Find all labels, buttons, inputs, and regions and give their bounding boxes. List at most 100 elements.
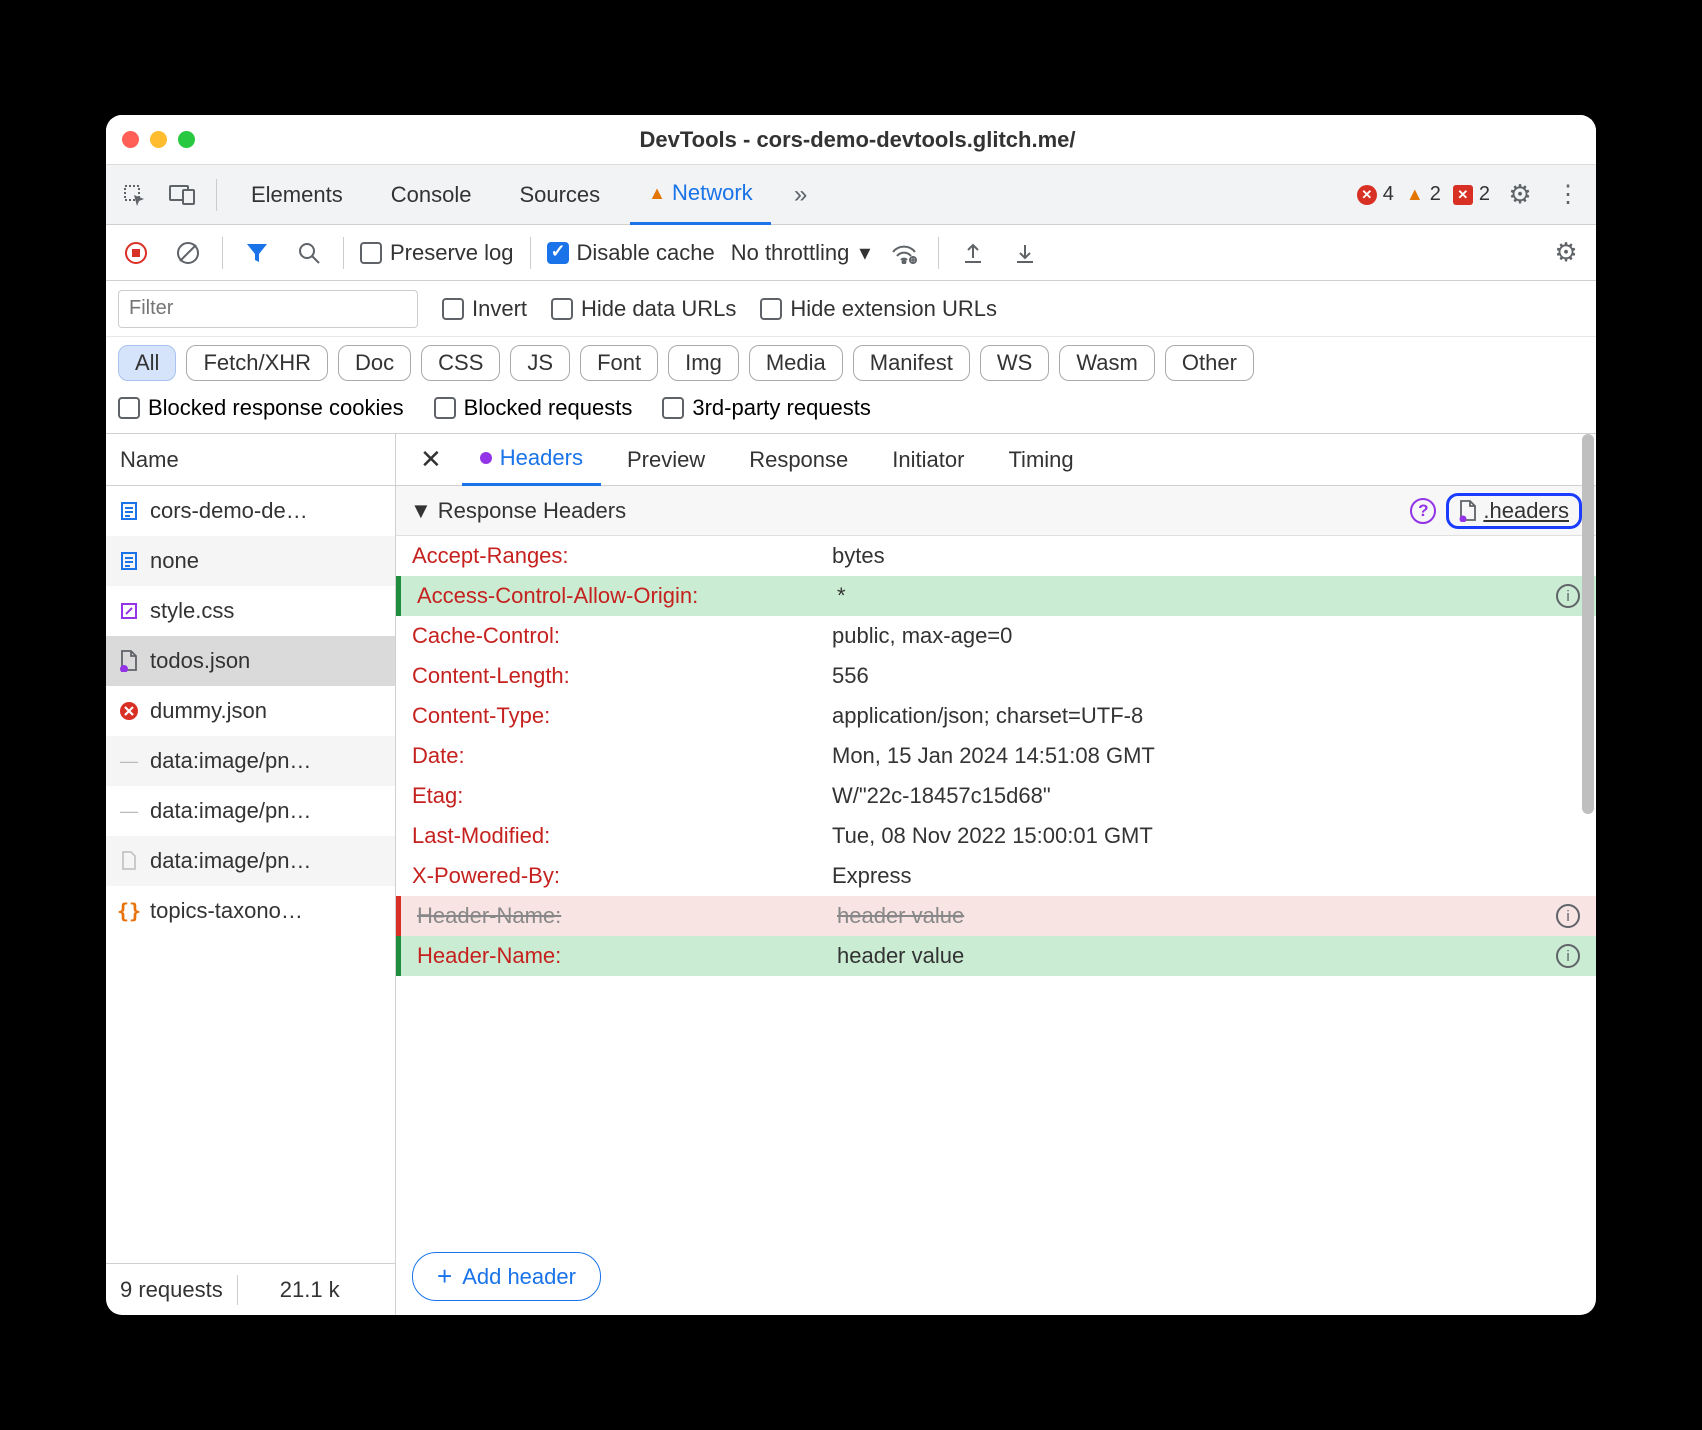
tab-elements[interactable]: Elements bbox=[233, 165, 361, 225]
download-icon[interactable] bbox=[1007, 235, 1043, 271]
blocked-cookies-checkbox[interactable]: Blocked response cookies bbox=[118, 395, 404, 421]
content-split: Name cors-demo-de…none style.css todos.jso… bbox=[106, 434, 1596, 1315]
network-toolbar: Preserve log Disable cache No throttling… bbox=[106, 225, 1596, 281]
request-name: data:image/pn… bbox=[150, 798, 311, 824]
throttling-select[interactable]: No throttling ▾ bbox=[731, 240, 871, 266]
header-name: Access-Control-Allow-Origin: bbox=[417, 583, 837, 609]
error-icon: ✕ bbox=[1357, 185, 1377, 205]
checkbox-icon bbox=[434, 397, 456, 419]
request-row[interactable]: none bbox=[106, 536, 395, 586]
info-icon[interactable]: i bbox=[1556, 584, 1580, 608]
file-icon bbox=[118, 850, 140, 872]
search-icon[interactable] bbox=[291, 235, 327, 271]
doc-icon bbox=[118, 500, 140, 522]
tab-initiator[interactable]: Initiator bbox=[874, 434, 982, 486]
warning-icon: ▲ bbox=[1406, 184, 1424, 205]
request-row[interactable]: —data:image/pn… bbox=[106, 736, 395, 786]
checkbox-icon bbox=[360, 242, 382, 264]
kebab-menu-icon[interactable]: ⋮ bbox=[1550, 177, 1586, 213]
request-row[interactable]: dummy.json bbox=[106, 686, 395, 736]
request-name: topics-taxono… bbox=[150, 898, 303, 924]
warning-badge[interactable]: ▲ 2 bbox=[1406, 183, 1441, 206]
network-conditions-icon[interactable] bbox=[886, 235, 922, 271]
info-icon[interactable]: i bbox=[1556, 904, 1580, 928]
inspect-icon[interactable] bbox=[116, 177, 152, 213]
filter-chip-media[interactable]: Media bbox=[749, 345, 843, 381]
request-name: style.css bbox=[150, 598, 234, 624]
headers-override-file-link[interactable]: .headers bbox=[1446, 493, 1582, 529]
filter-chip-css[interactable]: CSS bbox=[421, 345, 500, 381]
hide-data-urls-checkbox[interactable]: Hide data URLs bbox=[551, 296, 736, 322]
request-count: 9 requests bbox=[106, 1277, 237, 1303]
device-toolbar-icon[interactable] bbox=[164, 177, 200, 213]
disclosure-triangle-icon: ▼ bbox=[410, 498, 432, 524]
tab-network[interactable]: ▲ Network bbox=[630, 165, 771, 225]
request-row[interactable]: style.css bbox=[106, 586, 395, 636]
more-tabs-icon[interactable]: » bbox=[783, 177, 819, 213]
dash-icon: — bbox=[118, 800, 140, 822]
filter-chip-wasm[interactable]: Wasm bbox=[1059, 345, 1155, 381]
zoom-window-button[interactable] bbox=[178, 131, 195, 148]
header-value: header value bbox=[837, 943, 1556, 969]
header-name: Content-Type: bbox=[412, 703, 832, 729]
filter-chip-doc[interactable]: Doc bbox=[338, 345, 411, 381]
detail-tabs: ✕ Headers Preview Response Initiator Tim… bbox=[396, 434, 1596, 486]
request-detail-panel: ✕ Headers Preview Response Initiator Tim… bbox=[396, 434, 1596, 1315]
close-detail-icon[interactable]: ✕ bbox=[408, 444, 454, 475]
divider bbox=[530, 237, 531, 269]
checkbox-icon bbox=[442, 298, 464, 320]
hide-extension-urls-checkbox[interactable]: Hide extension URLs bbox=[760, 296, 997, 322]
record-icon[interactable] bbox=[118, 235, 154, 271]
header-row: Last-Modified:Tue, 08 Nov 2022 15:00:01 … bbox=[396, 816, 1596, 856]
preserve-log-checkbox[interactable]: Preserve log bbox=[360, 240, 514, 266]
name-column-header[interactable]: Name bbox=[106, 434, 395, 486]
filter-chip-font[interactable]: Font bbox=[580, 345, 658, 381]
tab-response[interactable]: Response bbox=[731, 434, 866, 486]
settings-icon[interactable]: ⚙ bbox=[1502, 177, 1538, 213]
tab-headers[interactable]: Headers bbox=[462, 434, 601, 486]
clear-icon[interactable] bbox=[170, 235, 206, 271]
panel-settings-icon[interactable]: ⚙ bbox=[1548, 235, 1584, 271]
filter-chip-ws[interactable]: WS bbox=[980, 345, 1049, 381]
tab-preview[interactable]: Preview bbox=[609, 434, 723, 486]
filter-icon[interactable] bbox=[239, 235, 275, 271]
add-header-button[interactable]: + Add header bbox=[412, 1252, 601, 1301]
third-party-checkbox[interactable]: 3rd-party requests bbox=[662, 395, 871, 421]
disable-cache-checkbox[interactable]: Disable cache bbox=[547, 240, 715, 266]
filter-input[interactable] bbox=[118, 290, 418, 328]
filter-chip-img[interactable]: Img bbox=[668, 345, 739, 381]
filter-chip-all[interactable]: All bbox=[118, 345, 176, 381]
header-row: X-Powered-By:Express bbox=[396, 856, 1596, 896]
issues-badge[interactable]: ✕ 2 bbox=[1453, 183, 1490, 206]
request-row[interactable]: — data:image/pn… bbox=[106, 786, 395, 836]
response-headers-section[interactable]: ▼ Response Headers ? .headers bbox=[396, 486, 1596, 536]
braces-icon: {} bbox=[118, 900, 140, 922]
blocked-requests-checkbox[interactable]: Blocked requests bbox=[434, 395, 633, 421]
header-row: Accept-Ranges:bytes bbox=[396, 536, 1596, 576]
filter-chip-js[interactable]: JS bbox=[510, 345, 570, 381]
header-value: Express bbox=[832, 863, 1580, 889]
upload-icon[interactable] bbox=[955, 235, 991, 271]
filter-chip-manifest[interactable]: Manifest bbox=[853, 345, 970, 381]
minimize-window-button[interactable] bbox=[150, 131, 167, 148]
divider bbox=[237, 1275, 266, 1305]
header-value: header value bbox=[837, 903, 1556, 929]
filter-chip-other[interactable]: Other bbox=[1165, 345, 1254, 381]
help-icon[interactable]: ? bbox=[1410, 498, 1436, 524]
tab-timing[interactable]: Timing bbox=[990, 434, 1091, 486]
error-badge[interactable]: ✕ 4 bbox=[1357, 183, 1394, 206]
divider bbox=[343, 237, 344, 269]
devtools-tabbar: Elements Console Sources ▲ Network » ✕ 4… bbox=[106, 165, 1596, 225]
request-row[interactable]: cors-demo-de… bbox=[106, 486, 395, 536]
tab-sources[interactable]: Sources bbox=[501, 165, 618, 225]
request-row[interactable]: todos.json bbox=[106, 636, 395, 686]
tab-console[interactable]: Console bbox=[373, 165, 490, 225]
close-window-button[interactable] bbox=[122, 131, 139, 148]
request-row[interactable]: data:image/pn… bbox=[106, 836, 395, 886]
info-icon[interactable]: i bbox=[1556, 944, 1580, 968]
header-value: public, max-age=0 bbox=[832, 623, 1580, 649]
scrollbar[interactable] bbox=[1582, 434, 1594, 814]
filter-chip-fetchxhr[interactable]: Fetch/XHR bbox=[186, 345, 328, 381]
invert-checkbox[interactable]: Invert bbox=[442, 296, 527, 322]
request-row[interactable]: {} topics-taxono… bbox=[106, 886, 395, 936]
